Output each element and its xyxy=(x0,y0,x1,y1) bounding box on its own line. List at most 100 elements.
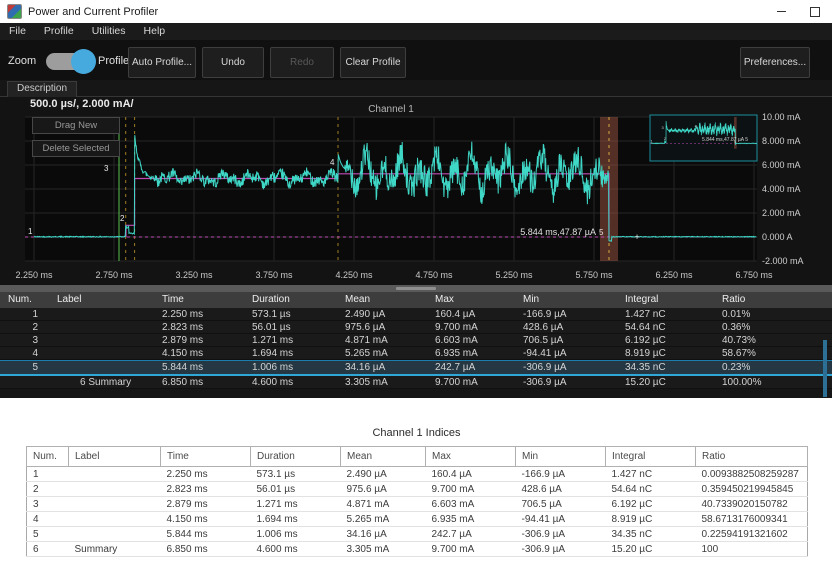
indices-cell-label xyxy=(69,527,161,542)
clear-profile-button[interactable]: Clear Profile xyxy=(340,47,406,78)
indices-cell-min: -166.9 µA xyxy=(516,467,606,482)
indices-cell-label: Summary xyxy=(69,542,161,557)
menu-item-help[interactable]: Help xyxy=(135,23,175,40)
indices-cell-integral: 8.919 µC xyxy=(606,512,696,527)
indices-cell-mean: 34.16 µA xyxy=(341,527,426,542)
preferences-button[interactable]: Preferences... xyxy=(740,47,810,78)
cell-mean: 34.16 µA xyxy=(338,361,428,374)
menu-item-file[interactable]: File xyxy=(0,23,35,40)
cell-mean: 5.265 mA xyxy=(338,347,428,359)
indices-cell-mean: 975.6 µA xyxy=(341,482,426,497)
indices-cell-time: 2.879 ms xyxy=(161,497,251,512)
indices-cell-label xyxy=(69,497,161,512)
profile-row-3[interactable]: 32.879 ms1.271 ms4.871 mA6.603 mA706.5 µ… xyxy=(0,334,832,347)
header-mean[interactable]: Mean xyxy=(338,292,428,308)
header-num[interactable]: Num. xyxy=(0,292,50,308)
header-duration[interactable]: Duration xyxy=(245,292,338,308)
profile-row-2[interactable]: 22.823 ms56.01 µs975.6 µA9.700 mA428.6 µ… xyxy=(0,321,832,334)
indices-cell-ratio: 100 xyxy=(696,542,808,557)
cell-duration: 1.694 ms xyxy=(245,347,338,359)
cell-min: 428.6 µA xyxy=(516,321,618,333)
cell-ratio: 0.36% xyxy=(715,321,832,333)
header-time[interactable]: Time xyxy=(155,292,245,308)
indices-cell-time: 6.850 ms xyxy=(161,542,251,557)
undo-button[interactable]: Undo xyxy=(202,47,264,78)
header-label[interactable]: Label xyxy=(50,292,155,308)
indices-header-duration: Duration xyxy=(251,447,341,467)
cell-integral: 34.35 nC xyxy=(618,361,715,374)
indices-cell-min: 428.6 µA xyxy=(516,482,606,497)
title-bar: Power and Current Profiler xyxy=(0,0,832,23)
zoom-profile-toggle[interactable] xyxy=(46,53,92,70)
splitter-grip xyxy=(396,287,436,290)
cell-ratio: 100.00% xyxy=(715,376,832,388)
drag-new-button[interactable]: Drag New xyxy=(32,117,120,134)
profile-row-1[interactable]: 12.250 ms573.1 µs2.490 µA160.4 µA-166.9 … xyxy=(0,308,832,321)
indices-header-min: Min xyxy=(516,447,606,467)
indices-table: Num.LabelTimeDurationMeanMaxMinIntegralR… xyxy=(26,446,808,557)
cell-max: 160.4 µA xyxy=(428,308,516,320)
waveform-chart[interactable]: 2.250 ms2.750 ms3.250 ms3.750 ms4.250 ms… xyxy=(0,97,832,285)
menu-item-utilities[interactable]: Utilities xyxy=(83,23,135,40)
cell-min: 706.5 µA xyxy=(516,334,618,346)
indices-cell-duration: 1.006 ms xyxy=(251,527,341,542)
indices-cell-mean: 5.265 mA xyxy=(341,512,426,527)
cursor-annotation: 5.844 ms,47.87 µA xyxy=(520,227,596,237)
profile-row-4[interactable]: 44.150 ms1.694 ms5.265 mA6.935 mA-94.41 … xyxy=(0,347,832,360)
cell-integral: 54.64 nC xyxy=(618,321,715,333)
cursor-cross: + xyxy=(634,232,639,242)
cell-num: 3 xyxy=(0,334,50,346)
cell-num: 1 xyxy=(0,308,50,320)
header-ratio[interactable]: Ratio xyxy=(715,292,832,308)
profile-row-5[interactable]: 55.844 ms1.006 ms34.16 µA242.7 µA-306.9 … xyxy=(0,360,832,376)
indices-header-mean: Mean xyxy=(341,447,426,467)
header-max[interactable]: Max xyxy=(428,292,516,308)
indices-cell-duration: 4.600 ms xyxy=(251,542,341,557)
cell-min: -166.9 µA xyxy=(516,308,618,320)
table-scrollbar[interactable] xyxy=(823,340,827,397)
maximize-button[interactable] xyxy=(798,0,832,23)
indices-cell-integral: 54.64 nC xyxy=(606,482,696,497)
panel-splitter[interactable] xyxy=(0,285,832,292)
header-integral[interactable]: Integral xyxy=(618,292,715,308)
region-marker-2: 2 xyxy=(120,214,125,223)
delete-selected-button[interactable]: Delete Selected xyxy=(32,140,120,157)
cell-mean: 3.305 mA xyxy=(338,376,428,388)
indices-cell-ratio: 0.0093882508259287 xyxy=(696,467,808,482)
region-marker-3: 3 xyxy=(104,164,109,173)
menu-item-profile[interactable]: Profile xyxy=(35,23,83,40)
chart-title: Channel 1 xyxy=(25,104,757,115)
y-tick-label: -2.000 mA xyxy=(762,256,804,266)
cell-time: 2.823 ms xyxy=(155,321,245,333)
y-tick-label: 10.00 mA xyxy=(762,112,801,122)
cell-label xyxy=(50,334,155,346)
cell-max: 242.7 µA xyxy=(428,361,516,374)
indices-cell-num: 5 xyxy=(27,527,69,542)
auto-profile-button[interactable]: Auto Profile... xyxy=(128,47,196,78)
x-tick-label: 6.750 ms xyxy=(735,270,773,280)
window-title: Power and Current Profiler xyxy=(28,6,158,18)
cell-time: 6.850 ms xyxy=(155,376,245,388)
minimap[interactable]: 123455.844 ms,47.87 µA 5 xyxy=(650,115,757,161)
indices-cell-max: 242.7 µA xyxy=(426,527,516,542)
cell-max: 6.603 mA xyxy=(428,334,516,346)
indices-row-2: 22.823 ms56.01 µs975.6 µA9.700 mA428.6 µ… xyxy=(27,482,808,497)
header-min[interactable]: Min xyxy=(516,292,618,308)
chart-panel: 2.250 ms2.750 ms3.250 ms3.750 ms4.250 ms… xyxy=(0,97,832,285)
redo-button[interactable]: Redo xyxy=(270,47,334,78)
indices-cell-max: 6.603 mA xyxy=(426,497,516,512)
tab-description[interactable]: Description xyxy=(7,81,77,97)
indices-cell-time: 4.150 ms xyxy=(161,512,251,527)
minimize-button[interactable] xyxy=(764,0,798,23)
cell-integral: 15.20 µC xyxy=(618,376,715,388)
cell-min: -306.9 µA xyxy=(516,376,618,388)
profile-table: Num.LabelTimeDurationMeanMaxMinIntegralR… xyxy=(0,292,832,398)
region-marker-1: 1 xyxy=(28,227,33,236)
minimize-icon xyxy=(777,11,786,12)
y-tick-label: 2.000 mA xyxy=(762,208,801,218)
cell-duration: 56.01 µs xyxy=(245,321,338,333)
indices-section: Channel 1 Indices Num.LabelTimeDurationM… xyxy=(0,398,832,569)
profile-row-6[interactable]: 6 Summary6.850 ms4.600 ms3.305 mA9.700 m… xyxy=(0,376,832,389)
cell-label xyxy=(50,321,155,333)
x-tick-label: 5.250 ms xyxy=(495,270,533,280)
